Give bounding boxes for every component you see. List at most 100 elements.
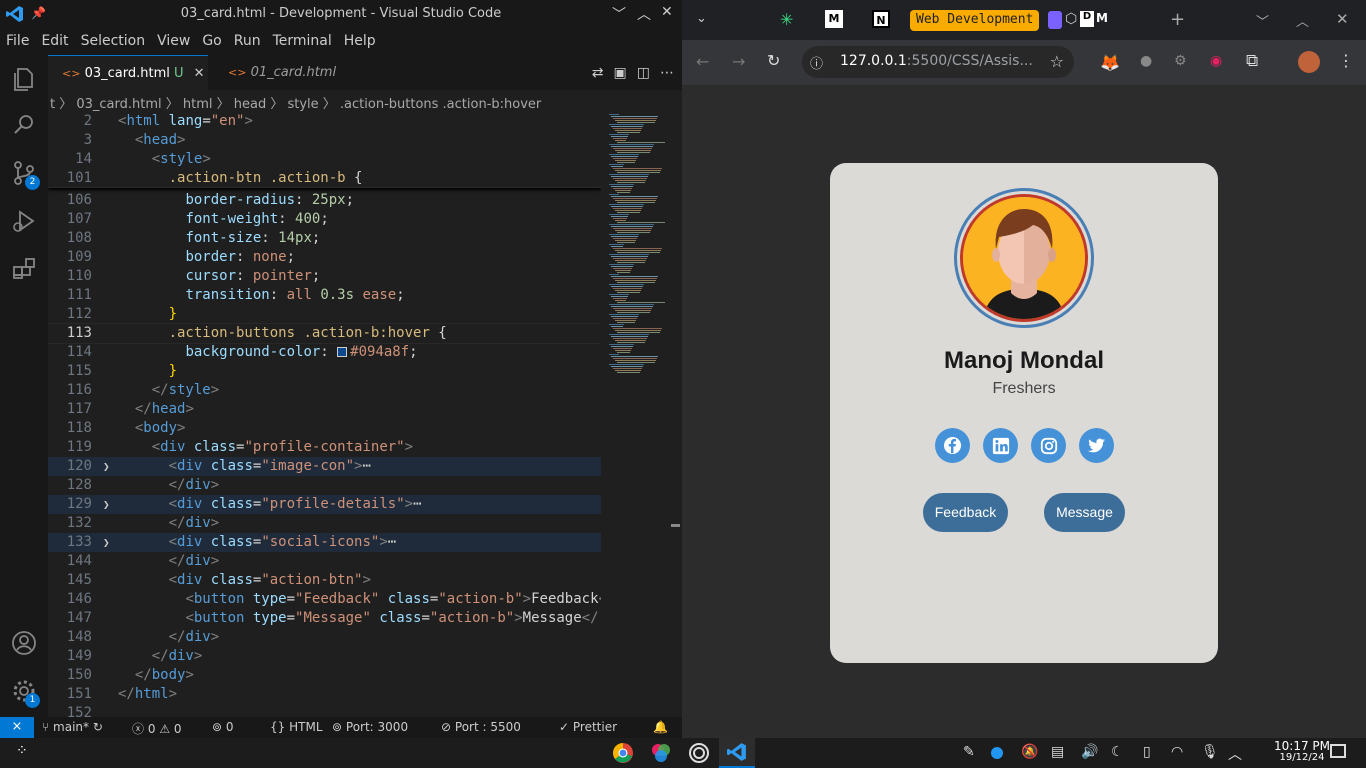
pinned-tab-notion-icon[interactable]: N <box>872 10 890 28</box>
tray-expand-icon[interactable]: ︿ <box>1228 744 1242 764</box>
pinned-tab-perplexity-icon[interactable]: ✳ <box>780 10 793 29</box>
search-icon[interactable] <box>10 111 38 139</box>
menu-help[interactable]: Help <box>344 28 382 55</box>
code-line[interactable]: 132 </div> <box>48 514 601 533</box>
volume-icon[interactable]: 🔊 <box>1081 744 1098 760</box>
facebook-icon[interactable] <box>935 428 970 463</box>
code-line[interactable]: 149 </div> <box>48 647 601 666</box>
code-line[interactable]: 144 </div> <box>48 552 601 571</box>
explorer-icon[interactable] <box>10 65 38 93</box>
code-line[interactable]: 133 ❯ <div class="social-icons">⋯ <box>48 533 601 552</box>
obs-taskbar-icon[interactable] <box>681 738 717 768</box>
menu-view[interactable]: View <box>157 28 196 55</box>
code-line[interactable]: 129 ❯ <div class="profile-details">⋯ <box>48 495 601 514</box>
vscode-taskbar-icon[interactable] <box>719 738 755 768</box>
port-3000-status[interactable]: ⊚ Port: 3000 <box>332 720 408 734</box>
menu-selection[interactable]: Selection <box>81 28 152 55</box>
code-line[interactable]: 146 <button type="Feedback" class="actio… <box>48 590 601 609</box>
clock[interactable]: 10:17 PM 19/12/24 <box>1274 740 1330 764</box>
extensions-icon[interactable] <box>10 255 38 283</box>
tab-favicon-d-icon[interactable]: D <box>1080 11 1094 27</box>
extension-icon[interactable]: ● <box>1140 53 1152 69</box>
tab-group-web-development[interactable]: Web Development <box>910 10 1040 31</box>
battery-icon[interactable]: ▯ <box>1143 744 1151 760</box>
code-line[interactable]: 115 } <box>48 362 601 381</box>
account-icon[interactable] <box>10 629 38 657</box>
tab-favicon-hex-icon[interactable]: ⬡ <box>1065 11 1077 27</box>
minimize-icon[interactable]: ﹀ <box>612 4 626 24</box>
fold-chevron-icon[interactable]: ❯ <box>103 495 110 514</box>
chrome-taskbar-icon[interactable] <box>605 738 641 768</box>
address-bar[interactable]: ⓘ 127.0.0.1:5500/CSS/Assis... ☆ <box>802 46 1074 78</box>
fold-chevron-icon[interactable]: ❯ <box>103 533 110 552</box>
code-line[interactable]: 101 .action-btn .action-b { <box>48 169 601 188</box>
metamask-extension-icon[interactable]: 🦊 <box>1100 53 1120 72</box>
remote-indicator-icon[interactable]: ⨯ <box>0 717 34 738</box>
code-line[interactable]: 111 transition: all 0.3s ease; <box>48 286 601 305</box>
status-dot-icon[interactable] <box>991 747 1003 759</box>
feedback-button[interactable]: Feedback <box>923 493 1008 532</box>
code-line[interactable]: 148 </div> <box>48 628 601 647</box>
language-status[interactable]: {} HTML <box>270 720 323 734</box>
wifi-icon[interactable]: ◠ <box>1171 744 1183 760</box>
message-button[interactable]: Message <box>1044 493 1125 532</box>
color-app-taskbar-icon[interactable] <box>643 738 679 768</box>
maximize-icon[interactable]: ︿ <box>1296 11 1309 30</box>
prettier-status[interactable]: ✓ Prettier <box>559 720 617 734</box>
tab-favicon-m-icon[interactable]: M <box>1096 11 1108 25</box>
pen-icon[interactable]: ✎ <box>963 744 975 760</box>
menu-run[interactable]: Run <box>234 28 267 55</box>
code-line[interactable]: 112 } <box>48 305 601 324</box>
menu-file[interactable]: File <box>6 28 35 55</box>
tab-search-icon[interactable]: ⌄ <box>696 11 707 26</box>
tab-01-card[interactable]: <> 01_card.html <box>208 55 368 90</box>
run-debug-icon[interactable] <box>10 207 38 235</box>
minimap[interactable] <box>601 112 669 717</box>
compare-changes-icon[interactable]: ⇄ <box>592 65 604 81</box>
code-line[interactable]: 119 <div class="profile-container"> <box>48 438 601 457</box>
code-line[interactable]: 128 </div> <box>48 476 601 495</box>
close-icon[interactable]: ✕ <box>1336 10 1349 28</box>
code-line[interactable]: 116 </style> <box>48 381 601 400</box>
code-line[interactable]: 147 <button type="Message" class="action… <box>48 609 601 628</box>
code-editor[interactable]: 106 border-radius: 25px; 107 font-weight:… <box>48 112 601 717</box>
instagram-icon[interactable] <box>1031 428 1066 463</box>
code-line[interactable]: 106 border-radius: 25px; <box>48 191 601 210</box>
menu-edit[interactable]: Edit <box>41 28 74 55</box>
reload-icon[interactable]: ↻ <box>767 51 780 70</box>
color-swatch-icon[interactable] <box>337 347 348 357</box>
code-line[interactable]: 151 </html> <box>48 685 601 704</box>
site-info-icon[interactable]: ⓘ <box>810 53 823 72</box>
profile-avatar[interactable] <box>1298 51 1320 73</box>
tab-03-card[interactable]: <> 03_card.html U ✕ <box>48 55 208 90</box>
code-line[interactable]: 14 <style> <box>48 150 601 169</box>
new-tab-plus-icon[interactable]: + <box>1170 9 1185 30</box>
code-line[interactable]: 145 <div class="action-btn"> <box>48 571 601 590</box>
night-mode-icon[interactable]: ☾ <box>1111 744 1124 760</box>
record-extension-icon[interactable]: ◉ <box>1210 53 1222 69</box>
close-icon[interactable]: ✕ <box>661 4 673 20</box>
app-launcher-icon[interactable]: ⁘ <box>16 743 28 759</box>
forward-arrow-icon[interactable]: → <box>732 52 745 71</box>
code-line[interactable]: 110 cursor: pointer; <box>48 267 601 286</box>
more-actions-icon[interactable]: ⋯ <box>660 65 674 81</box>
minimize-icon[interactable]: ﹀ <box>1256 11 1269 30</box>
browser-menu-icon[interactable]: ⋮ <box>1338 51 1354 70</box>
code-line[interactable]: 152 <box>48 704 601 717</box>
twitter-icon[interactable] <box>1079 428 1114 463</box>
code-line[interactable]: 117 </head> <box>48 400 601 419</box>
bookmark-star-icon[interactable]: ☆ <box>1050 52 1064 71</box>
extensions-puzzle-icon[interactable]: ⧉ <box>1246 51 1258 71</box>
notifications-bell-icon[interactable]: 🔔 <box>653 720 668 734</box>
menu-go[interactable]: Go <box>202 28 227 55</box>
menu-terminal[interactable]: Terminal <box>273 28 338 55</box>
code-line[interactable]: 118 <body> <box>48 419 601 438</box>
breadcrumb[interactable]: t 〉 03_card.html 〉 html 〉 head 〉 style 〉… <box>48 90 682 112</box>
code-line[interactable]: 107 font-weight: 400; <box>48 210 601 229</box>
split-editor-icon[interactable]: ◫ <box>637 65 650 81</box>
code-line[interactable]: 108 font-size: 14px; <box>48 229 601 248</box>
mic-muted-icon[interactable]: 🎙 <box>1201 744 1219 760</box>
tab-close-icon[interactable]: ✕ <box>194 66 205 81</box>
ports-status[interactable]: ⊚ 0 <box>212 720 234 734</box>
code-line[interactable]: 109 border: none; <box>48 248 601 267</box>
